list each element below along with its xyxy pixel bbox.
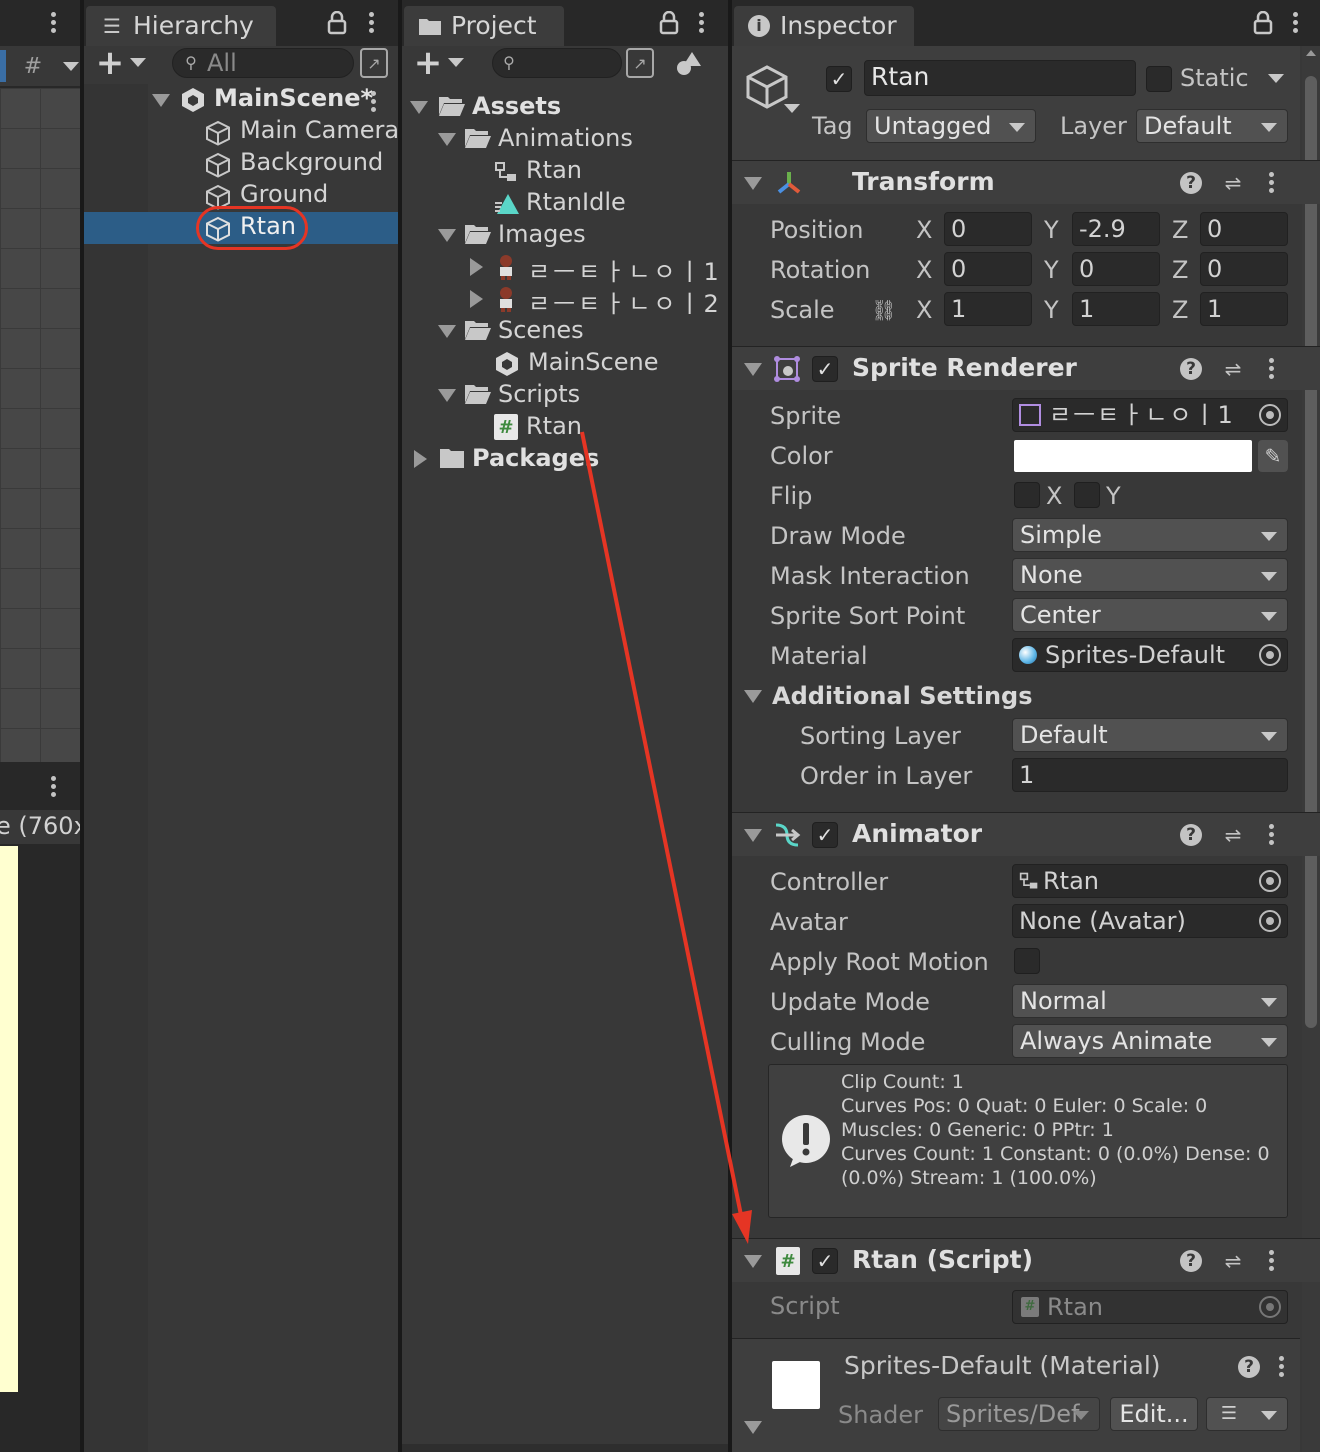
annotation-arrow <box>580 431 752 1244</box>
